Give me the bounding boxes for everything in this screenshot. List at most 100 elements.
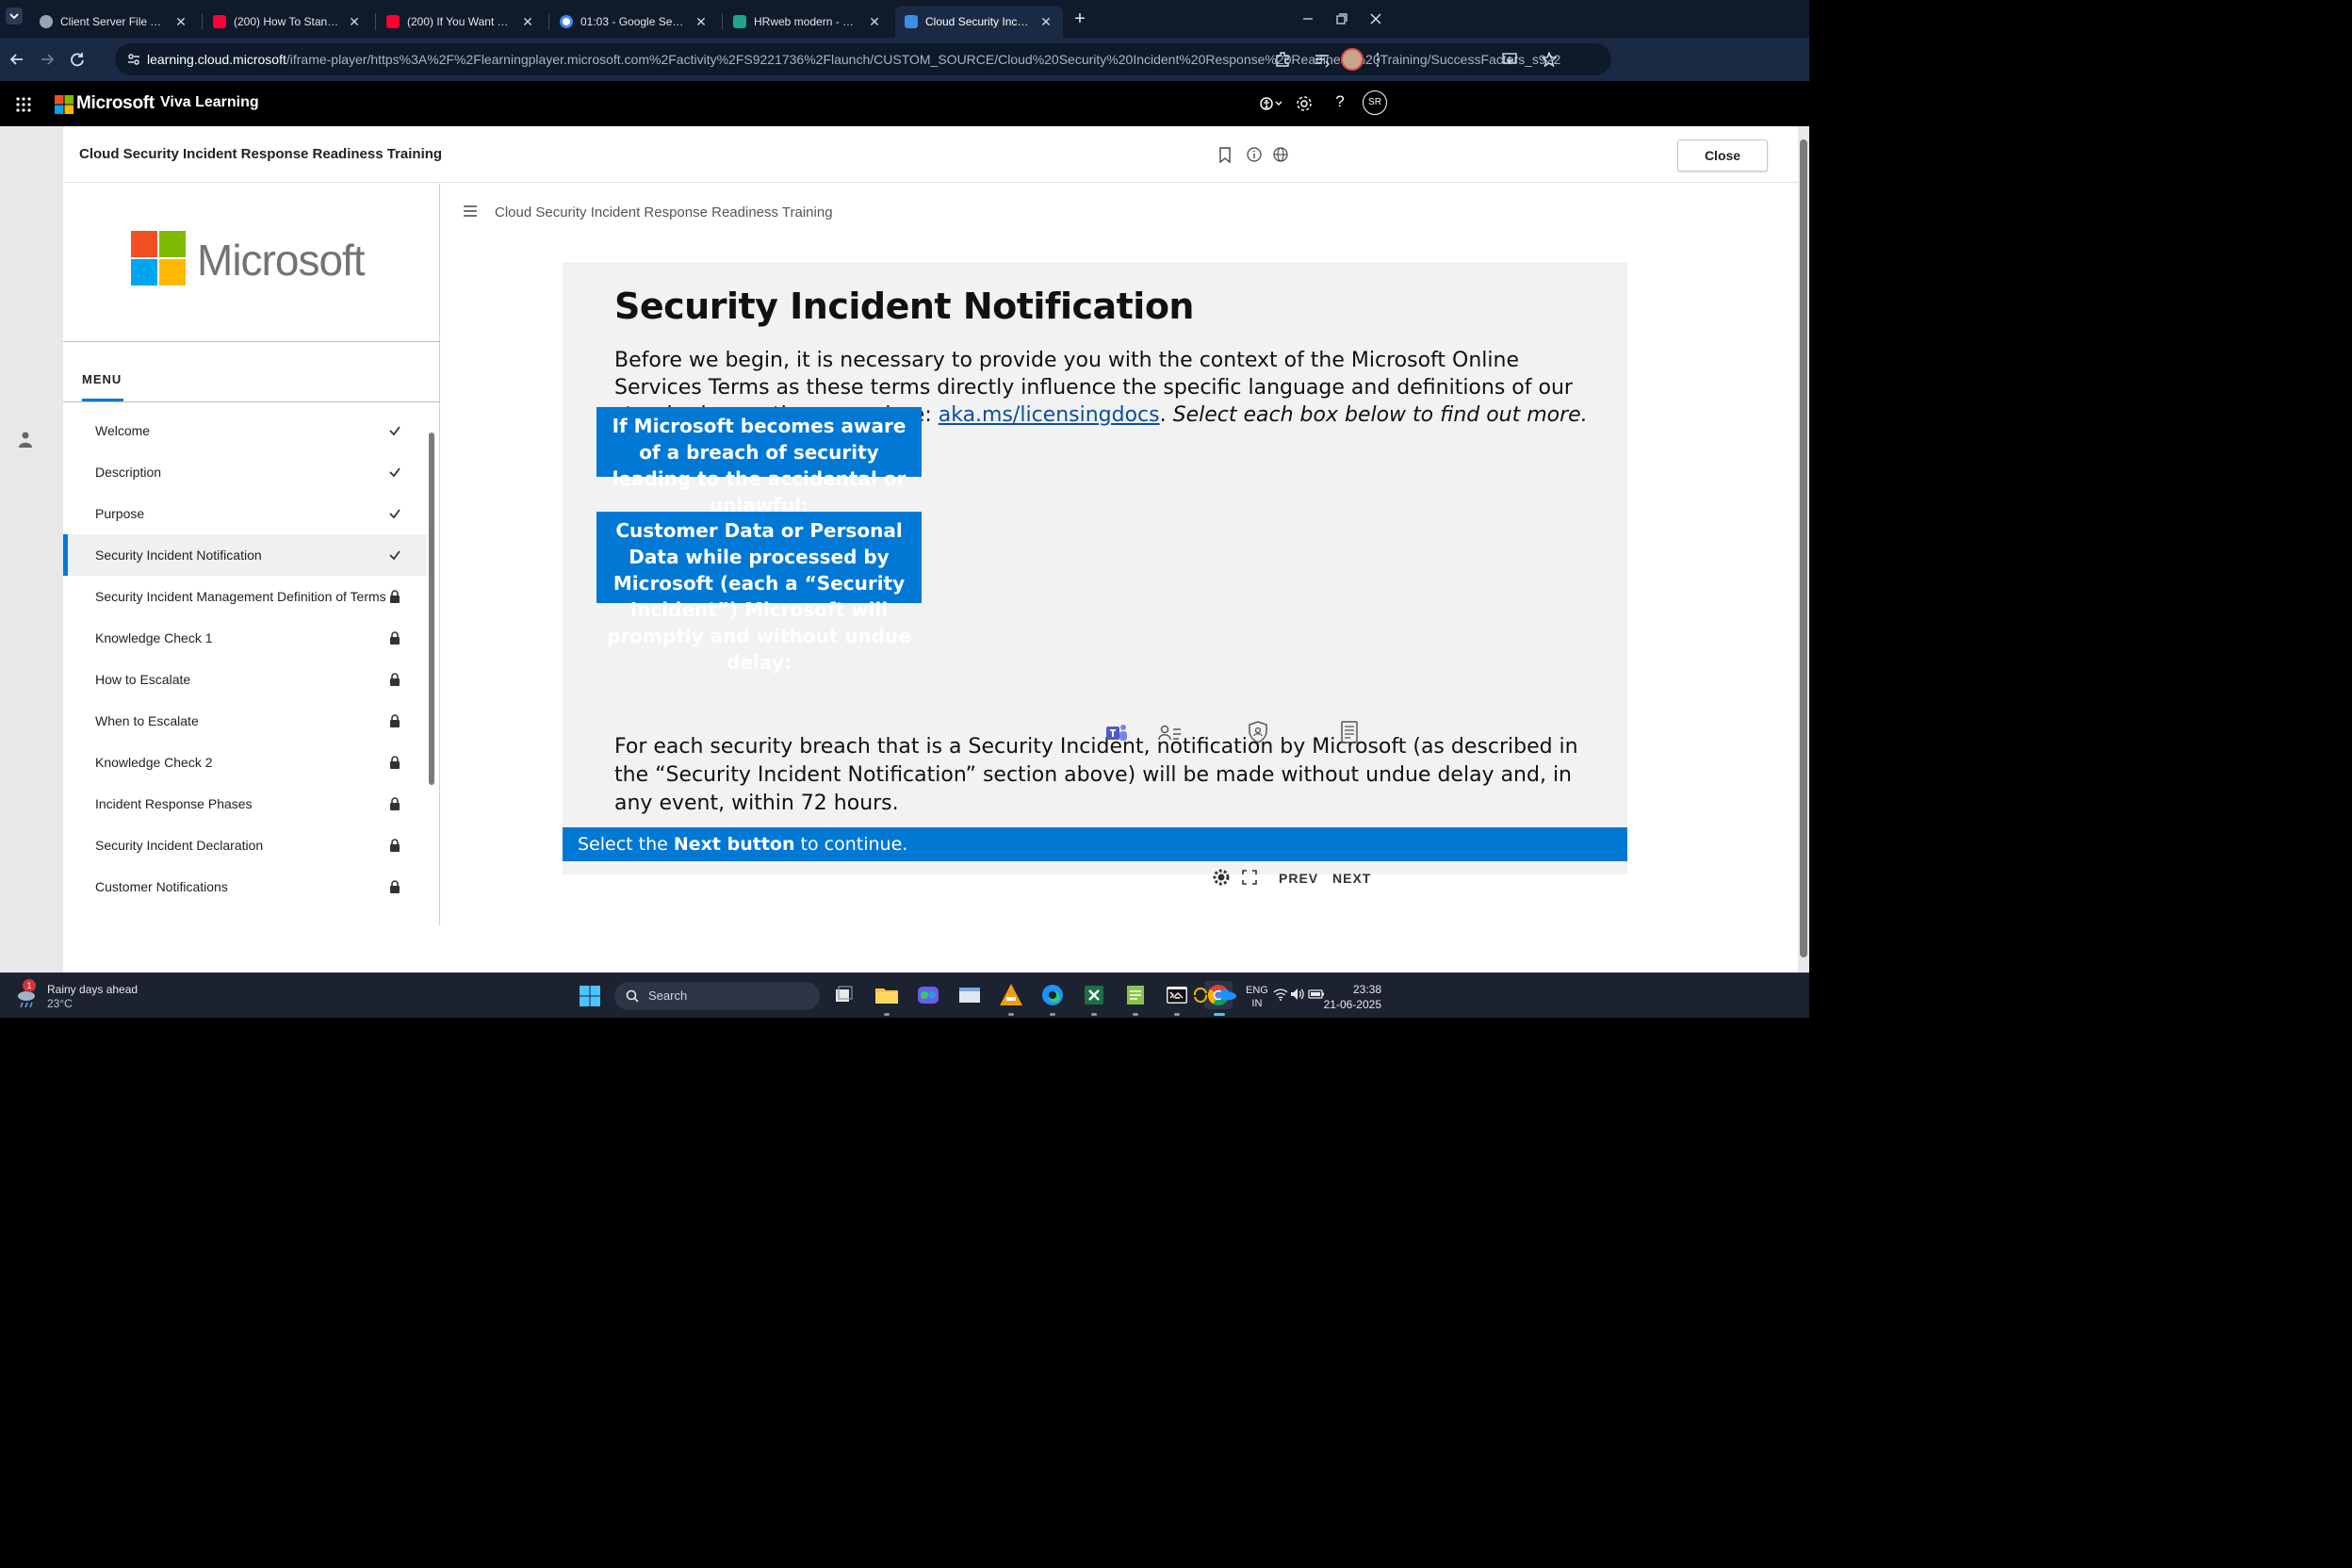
tab-close-icon[interactable]: ✕ bbox=[1038, 14, 1054, 30]
continue-text: Select the bbox=[578, 834, 674, 855]
bookmark-icon[interactable] bbox=[1218, 147, 1232, 164]
settings-gear-icon[interactable] bbox=[1213, 869, 1230, 886]
reveal-box-1[interactable]: If Microsoft becomes aware of a breach o… bbox=[596, 407, 922, 516]
arrow-right-icon bbox=[41, 54, 55, 65]
menu-item-welcome[interactable]: Welcome bbox=[63, 410, 427, 451]
menu-item-description[interactable]: Description bbox=[63, 451, 427, 493]
menu-item-how-to-escalate[interactable]: How to Escalate bbox=[63, 659, 427, 700]
minimize-button[interactable] bbox=[1295, 9, 1321, 28]
bookmark-star-icon[interactable] bbox=[1542, 52, 1557, 67]
tab-title: (200) If You Want To Learn Fast bbox=[407, 15, 513, 28]
menu-scrollbar[interactable] bbox=[429, 433, 434, 785]
app-button[interactable] bbox=[997, 981, 1025, 1009]
clock[interactable]: 23:38 21-06-2025 bbox=[1315, 982, 1381, 1012]
browser-tab[interactable]: (200) If You Want To Learn Fast ✕ bbox=[377, 6, 545, 38]
page-scrollbar[interactable] bbox=[1798, 126, 1809, 972]
hamburger-menu-icon[interactable] bbox=[463, 204, 480, 218]
restore-button[interactable] bbox=[1329, 9, 1355, 28]
edge-button[interactable] bbox=[1038, 981, 1067, 1009]
weather-widget[interactable]: 1 bbox=[13, 979, 43, 1011]
intro-punctuation: . bbox=[1159, 403, 1173, 427]
tab-close-icon[interactable]: ✕ bbox=[520, 14, 535, 30]
excel-button[interactable] bbox=[1080, 981, 1108, 1009]
menu-tab-indicator bbox=[82, 399, 123, 401]
running-indicator bbox=[1008, 1013, 1014, 1016]
wifi-icon[interactable] bbox=[1273, 988, 1288, 1001]
reading-list-icon[interactable] bbox=[1313, 50, 1331, 69]
reload-icon bbox=[71, 53, 84, 67]
tab-close-icon[interactable]: ✕ bbox=[347, 14, 362, 30]
sync-icon[interactable] bbox=[1192, 987, 1209, 1004]
course-header: Cloud Security Incident Response Readine… bbox=[63, 126, 1798, 183]
info-icon[interactable] bbox=[1246, 146, 1263, 163]
feedback-person-icon[interactable] bbox=[18, 431, 33, 449]
menu-item-incident-response-phases[interactable]: Incident Response Phases bbox=[63, 783, 427, 825]
page-scrollbar-thumb[interactable] bbox=[1800, 139, 1807, 957]
forward-button[interactable] bbox=[36, 48, 58, 71]
new-tab-button[interactable]: + bbox=[1067, 6, 1093, 32]
reveal-box-2[interactable]: Customer Data or Personal Data while pro… bbox=[596, 512, 922, 674]
teams-icon[interactable] bbox=[1104, 721, 1129, 745]
browser-tab-active[interactable]: Cloud Security Incident Respon ✕ bbox=[895, 6, 1063, 38]
chevron-up-icon[interactable] bbox=[1172, 990, 1184, 1000]
shield-icon[interactable] bbox=[1246, 720, 1270, 744]
window-close-button[interactable] bbox=[1363, 9, 1389, 28]
page-area: Cloud Security Incident Response Readine… bbox=[0, 126, 1798, 972]
weather-text[interactable]: Rainy days ahead 23°C bbox=[47, 983, 138, 1011]
document-icon[interactable] bbox=[1337, 720, 1362, 744]
notepad-button[interactable] bbox=[1121, 981, 1150, 1009]
tab-close-icon[interactable]: ✕ bbox=[867, 14, 882, 30]
browser-tab[interactable]: HRweb modern - Search ✕ bbox=[724, 6, 891, 38]
menu-item-when-to-escalate[interactable]: When to Escalate bbox=[63, 700, 427, 742]
back-button[interactable] bbox=[6, 48, 28, 71]
product-name[interactable]: Viva Learning bbox=[160, 94, 259, 111]
tab-search-button[interactable] bbox=[6, 8, 23, 24]
checkmark-icon bbox=[389, 550, 400, 561]
close-button[interactable]: Close bbox=[1677, 139, 1768, 172]
window-button[interactable] bbox=[956, 981, 984, 1009]
next-button[interactable]: NEXT bbox=[1332, 871, 1371, 886]
settings-gear-icon[interactable] bbox=[1295, 94, 1314, 113]
task-view-button[interactable] bbox=[829, 981, 858, 1009]
menu-item-knowledge-check-1[interactable]: Knowledge Check 1 bbox=[63, 617, 427, 659]
menu-item-customer-notifications[interactable]: Customer Notifications bbox=[63, 866, 427, 907]
licensing-docs-link[interactable]: aka.ms/licensingdocs bbox=[939, 403, 1160, 427]
menu-item-definition-of-terms[interactable]: Security Incident Management Definition … bbox=[63, 576, 427, 617]
browser-tab[interactable]: Client Server File Transfer ✕ bbox=[30, 6, 198, 38]
tab-close-icon[interactable]: ✕ bbox=[694, 14, 709, 30]
onedrive-icon[interactable] bbox=[1217, 988, 1236, 1001]
browser-tab[interactable]: (200) How To Stand Out Withou ✕ bbox=[204, 6, 371, 38]
app-launcher-waffle-icon[interactable] bbox=[15, 96, 32, 113]
install-app-icon[interactable] bbox=[1502, 52, 1517, 67]
browser-menu-button[interactable]: ⋮ bbox=[1368, 49, 1387, 70]
user-avatar[interactable]: SR bbox=[1363, 90, 1387, 115]
lock-icon bbox=[390, 797, 400, 810]
tab-title: Client Server File Transfer bbox=[60, 15, 166, 28]
intro-instruction: Select each box below to find out more. bbox=[1172, 403, 1588, 427]
menu-item-security-incident-notification[interactable]: Security Incident Notification bbox=[63, 534, 427, 576]
menu-item-security-incident-declaration[interactable]: Security Incident Declaration bbox=[63, 825, 427, 866]
taskbar-search[interactable]: Search bbox=[614, 982, 820, 1010]
extensions-icon[interactable] bbox=[1273, 50, 1292, 69]
tab-close-icon[interactable]: ✕ bbox=[173, 14, 188, 30]
weather-title: Rainy days ahead bbox=[47, 983, 139, 996]
copilot-button[interactable] bbox=[914, 981, 942, 1009]
profile-avatar[interactable] bbox=[1341, 48, 1364, 71]
menu-item-knowledge-check-2[interactable]: Knowledge Check 2 bbox=[63, 742, 427, 783]
volume-icon[interactable] bbox=[1290, 988, 1305, 1001]
prev-button[interactable]: PREV bbox=[1279, 871, 1318, 886]
menu-item-purpose[interactable]: Purpose bbox=[63, 493, 427, 534]
menu-item-label: Knowledge Check 2 bbox=[95, 755, 213, 770]
file-explorer-button[interactable] bbox=[873, 981, 901, 1009]
reload-button[interactable] bbox=[66, 48, 89, 71]
copilot-icon bbox=[918, 987, 939, 1004]
help-button[interactable]: ? bbox=[1331, 92, 1349, 113]
contacts-icon[interactable] bbox=[1158, 722, 1183, 746]
accessibility-icon[interactable] bbox=[1259, 95, 1283, 112]
fullscreen-icon[interactable] bbox=[1242, 870, 1257, 885]
globe-icon[interactable] bbox=[1272, 146, 1289, 163]
windows-start-icon[interactable] bbox=[579, 985, 601, 1007]
running-indicator bbox=[1133, 1013, 1138, 1016]
language-indicator[interactable]: ENG IN bbox=[1246, 984, 1268, 1010]
browser-tab[interactable]: 01:03 - Google Search ✕ bbox=[550, 6, 718, 38]
